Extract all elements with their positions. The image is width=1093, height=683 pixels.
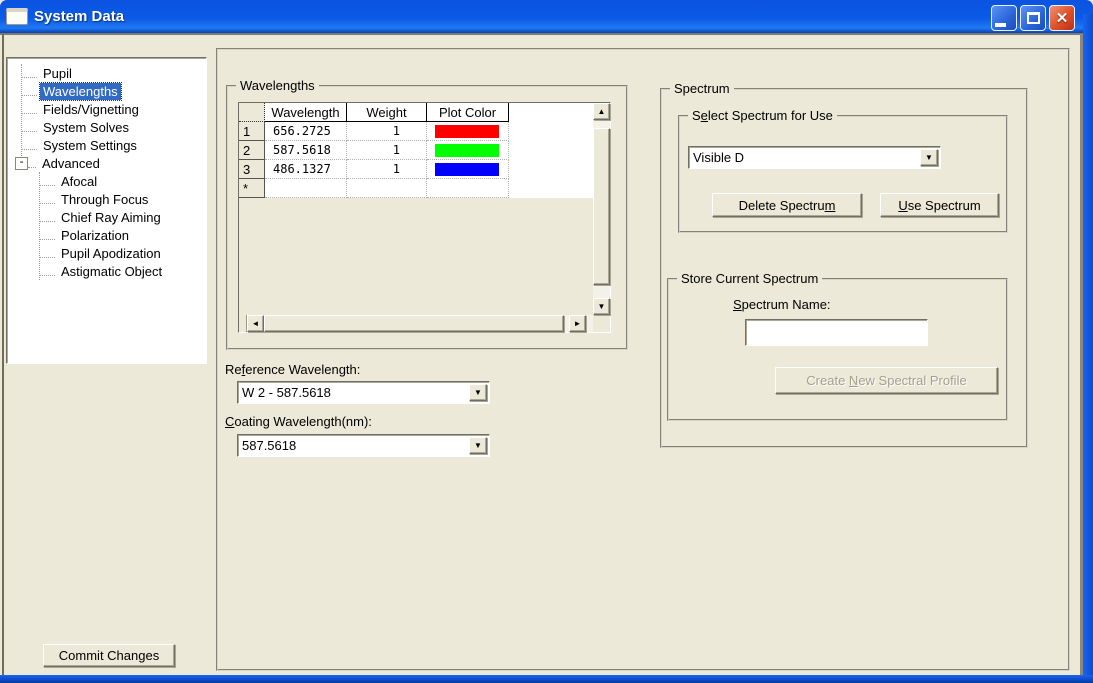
window-border-left xyxy=(2,34,4,675)
plot-color-cell[interactable] xyxy=(427,141,509,160)
vertical-scroll-thumb[interactable] xyxy=(593,128,610,285)
commit-changes-button[interactable]: Commit Changes xyxy=(43,644,175,667)
window-icon xyxy=(6,8,28,25)
scroll-down-icon: ▼ xyxy=(598,303,606,311)
row-header[interactable]: * xyxy=(239,179,265,198)
chevron-down-icon: ▼ xyxy=(474,442,482,450)
close-button[interactable]: ✕ xyxy=(1049,5,1075,31)
plot-color-cell[interactable] xyxy=(427,160,509,179)
chevron-down-icon: ▼ xyxy=(474,389,482,397)
tree-item-advanced[interactable]: - Advanced xyxy=(15,154,206,172)
select-spectrum-group: Select Spectrum for Use Visible D ▼ Dele… xyxy=(678,115,1008,233)
column-header-plot-color: Plot Color xyxy=(427,103,509,122)
tree-item-system-settings[interactable]: System Settings xyxy=(21,136,206,154)
wavelength-cell[interactable]: 587.5618 xyxy=(265,141,347,160)
tree-item-astigmatic-object[interactable]: Astigmatic Object xyxy=(39,262,206,280)
spectrum-name-input[interactable] xyxy=(745,319,928,346)
row-header[interactable]: 1 xyxy=(239,122,265,141)
weight-cell[interactable]: 1 xyxy=(347,160,427,179)
scroll-up-icon: ▲ xyxy=(598,108,606,116)
tree-item-polarization[interactable]: Polarization xyxy=(39,226,206,244)
tree-collapse-icon[interactable]: - xyxy=(15,157,28,170)
tree-item-through-focus[interactable]: Through Focus xyxy=(39,190,206,208)
tree-item-wavelengths[interactable]: Wavelengths xyxy=(21,82,206,100)
wavelengths-group-title: Wavelengths xyxy=(236,78,319,93)
scroll-right-icon: ► xyxy=(574,320,582,328)
scroll-down-button[interactable]: ▼ xyxy=(593,298,610,315)
plot-color-cell[interactable] xyxy=(427,122,509,141)
weight-cell[interactable]: 1 xyxy=(347,141,427,160)
store-spectrum-group: Store Current Spectrum Spectrum Name: Cr… xyxy=(667,278,1008,421)
coating-wavelength-label: Coating Wavelength(nm): xyxy=(225,414,372,429)
tree-item-system-solves[interactable]: System Solves xyxy=(21,118,206,136)
coating-wavelength-combo[interactable]: 587.5618 ▼ xyxy=(237,434,490,457)
tree-item-fields-vignetting[interactable]: Fields/Vignetting xyxy=(21,100,206,118)
navigation-tree: Pupil Wavelengths Fields/Vignetting Syst… xyxy=(6,57,207,364)
window-border-right xyxy=(1083,14,1093,683)
color-swatch[interactable] xyxy=(435,144,499,157)
combo-dropdown-button[interactable]: ▼ xyxy=(469,437,487,454)
delete-spectrum-button[interactable]: Delete Spectrum xyxy=(712,193,862,217)
close-icon: ✕ xyxy=(1056,9,1069,27)
chevron-down-icon: ▼ xyxy=(925,154,933,162)
minimize-button[interactable] xyxy=(991,5,1017,31)
scroll-left-icon: ◄ xyxy=(252,320,260,328)
create-spectral-profile-button[interactable]: Create New Spectral Profile xyxy=(775,367,998,394)
system-data-window: System Data ✕ Pupil Wavelengths xyxy=(0,0,1093,683)
table-row-new: * xyxy=(239,179,509,198)
maximize-button[interactable] xyxy=(1020,5,1046,31)
maximize-icon xyxy=(1027,12,1040,24)
spectrum-group: Spectrum Select Spectrum for Use Visible… xyxy=(660,88,1028,448)
titlebar-divider xyxy=(0,33,1093,35)
spectrum-select-combo[interactable]: Visible D ▼ xyxy=(688,146,941,169)
spectrum-select-value: Visible D xyxy=(689,147,940,168)
table-corner-cell xyxy=(239,103,265,122)
table-row: 1 656.2725 1 xyxy=(239,122,509,141)
column-header-weight: Weight xyxy=(347,103,427,122)
reference-wavelength-value: W 2 - 587.5618 xyxy=(238,382,489,403)
window-title: System Data xyxy=(34,8,124,25)
tree-item-chief-ray-aiming[interactable]: Chief Ray Aiming xyxy=(39,208,206,226)
wavelength-cell[interactable]: 656.2725 xyxy=(265,122,347,141)
scroll-up-button[interactable]: ▲ xyxy=(593,103,610,120)
titlebar[interactable]: System Data ✕ xyxy=(0,0,1093,33)
scroll-left-button[interactable]: ◄ xyxy=(247,315,264,332)
use-spectrum-button[interactable]: Use Spectrum xyxy=(880,193,999,217)
coating-wavelength-value: 587.5618 xyxy=(238,435,489,456)
wavelength-cell[interactable]: 486.1327 xyxy=(265,160,347,179)
spectrum-group-title: Spectrum xyxy=(670,81,734,96)
minimize-icon xyxy=(995,23,1006,27)
reference-wavelength-combo[interactable]: W 2 - 587.5618 ▼ xyxy=(237,381,490,404)
store-spectrum-group-title: Store Current Spectrum xyxy=(677,271,822,286)
window-border-bottom xyxy=(0,675,1093,683)
scrollbar-gutter xyxy=(239,315,247,332)
scroll-right-button[interactable]: ► xyxy=(569,315,586,332)
color-swatch[interactable] xyxy=(435,125,499,138)
plot-color-cell[interactable] xyxy=(427,179,509,198)
weight-cell[interactable] xyxy=(347,179,427,198)
weight-cell[interactable]: 1 xyxy=(347,122,427,141)
column-header-wavelength: Wavelength xyxy=(265,103,347,122)
tree-item-pupil-apodization[interactable]: Pupil Apodization xyxy=(39,244,206,262)
horizontal-scroll-thumb[interactable] xyxy=(264,315,564,332)
spectrum-name-label: Spectrum Name: xyxy=(733,297,831,312)
tree-item-afocal[interactable]: Afocal xyxy=(39,172,206,190)
wavelength-cell[interactable] xyxy=(265,179,347,198)
reference-wavelength-label: Reference Wavelength: xyxy=(225,362,360,377)
table-row: 3 486.1327 1 xyxy=(239,160,509,179)
combo-dropdown-button[interactable]: ▼ xyxy=(469,384,487,401)
wavelengths-table: Wavelength Weight Plot Color 1 656.2725 … xyxy=(238,102,611,333)
color-swatch[interactable] xyxy=(435,163,499,176)
row-header[interactable]: 3 xyxy=(239,160,265,179)
combo-dropdown-button[interactable]: ▼ xyxy=(920,149,938,166)
table-horizontal-scrollbar[interactable]: ◄ ► xyxy=(239,315,593,332)
table-row: 2 587.5618 1 xyxy=(239,141,509,160)
select-spectrum-group-title: Select Spectrum for Use xyxy=(688,108,837,123)
tree-item-pupil[interactable]: Pupil xyxy=(21,64,206,82)
row-header[interactable]: 2 xyxy=(239,141,265,160)
table-vertical-scrollbar[interactable]: ▲ ▼ xyxy=(593,103,610,315)
